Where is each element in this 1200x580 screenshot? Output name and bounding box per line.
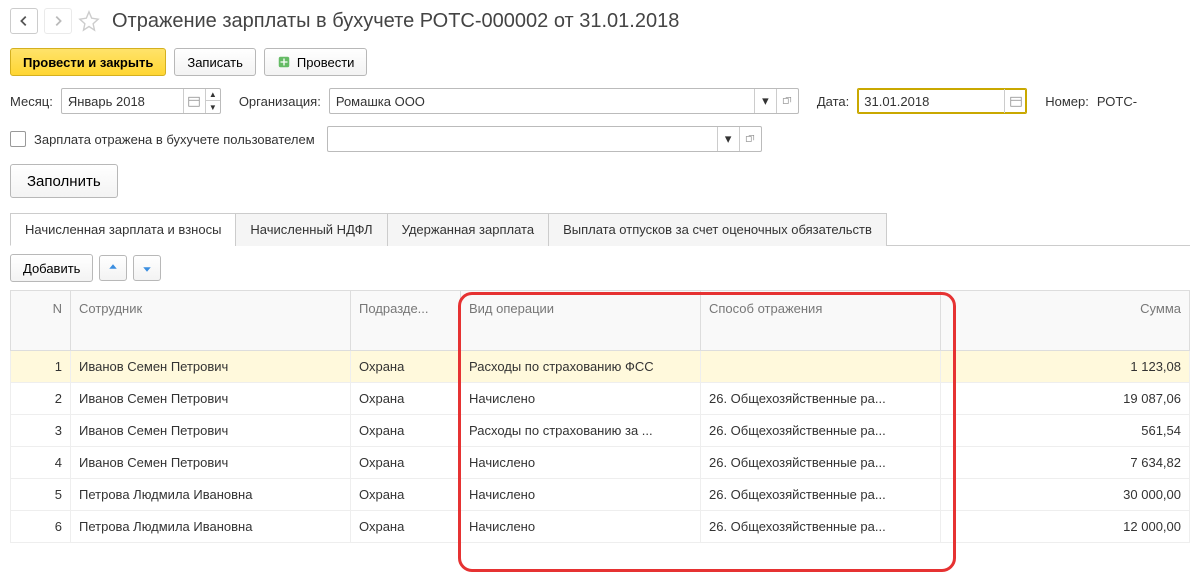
write-button[interactable]: Записать — [174, 48, 256, 76]
date-calendar-icon[interactable] — [1004, 89, 1026, 113]
cell-employee: Петрова Людмила Ивановна — [71, 511, 351, 543]
number-value: РОТС- — [1097, 94, 1137, 109]
cell-method — [701, 351, 941, 383]
table-row[interactable]: 4Иванов Семен ПетровичОхранаНачислено26.… — [11, 447, 1190, 479]
post-button[interactable]: Провести — [264, 48, 368, 76]
table-row[interactable]: 6Петрова Людмила ИвановнаОхранаНачислено… — [11, 511, 1190, 543]
cell-sum: 561,54 — [941, 415, 1190, 447]
cell-op-type: Начислено — [461, 447, 701, 479]
month-input[interactable]: Январь 2018 ▲▼ — [61, 88, 221, 114]
table-row[interactable]: 2Иванов Семен ПетровичОхранаНачислено26.… — [11, 383, 1190, 415]
reflected-checkbox[interactable] — [10, 131, 26, 147]
number-label: Номер: — [1045, 94, 1089, 109]
col-dept[interactable]: Подразде... — [351, 291, 461, 351]
table-row[interactable]: 5Петрова Людмила ИвановнаОхранаНачислено… — [11, 479, 1190, 511]
reflected-label: Зарплата отражена в бухучете пользовател… — [34, 132, 315, 147]
nav-forward-button[interactable] — [44, 8, 72, 34]
data-table: N Сотрудник Подразде... Вид операции Спо… — [10, 290, 1190, 543]
post-button-label: Провести — [297, 55, 355, 70]
cell-n: 1 — [11, 351, 71, 383]
nav-back-button[interactable] — [10, 8, 38, 34]
cell-method: 26. Общехозяйственные ра... — [701, 479, 941, 511]
cell-dept: Охрана — [351, 511, 461, 543]
org-value: Ромашка ООО — [336, 94, 754, 109]
cell-method: 26. Общехозяйственные ра... — [701, 383, 941, 415]
cell-method: 26. Общехозяйственные ра... — [701, 447, 941, 479]
cell-employee: Иванов Семен Петрович — [71, 415, 351, 447]
move-down-button[interactable] — [133, 255, 161, 281]
cell-sum: 19 087,06 — [941, 383, 1190, 415]
cell-n: 6 — [11, 511, 71, 543]
post-and-close-button[interactable]: Провести и закрыть — [10, 48, 166, 76]
cell-dept: Охрана — [351, 415, 461, 447]
month-spinner[interactable]: ▲▼ — [205, 89, 220, 113]
col-op-type[interactable]: Вид операции — [461, 291, 701, 351]
move-up-button[interactable] — [99, 255, 127, 281]
cell-n: 2 — [11, 383, 71, 415]
cell-dept: Охрана — [351, 447, 461, 479]
date-input[interactable]: 31.01.2018 — [857, 88, 1027, 114]
cell-sum: 1 123,08 — [941, 351, 1190, 383]
cell-sum: 7 634,82 — [941, 447, 1190, 479]
reflected-dropdown-icon[interactable]: ▾ — [717, 127, 739, 151]
col-method[interactable]: Способ отражения — [701, 291, 941, 351]
cell-sum: 12 000,00 — [941, 511, 1190, 543]
cell-dept: Охрана — [351, 383, 461, 415]
table-row[interactable]: 3Иванов Семен ПетровичОхранаРасходы по с… — [11, 415, 1190, 447]
cell-op-type: Начислено — [461, 383, 701, 415]
org-open-icon[interactable] — [776, 89, 798, 113]
cell-op-type: Начислено — [461, 511, 701, 543]
post-icon — [277, 55, 291, 69]
col-employee[interactable]: Сотрудник — [71, 291, 351, 351]
cell-n: 3 — [11, 415, 71, 447]
tab-ndfl[interactable]: Начисленный НДФЛ — [235, 213, 387, 246]
cell-method: 26. Общехозяйственные ра... — [701, 415, 941, 447]
month-calendar-icon[interactable] — [183, 89, 205, 113]
table-row[interactable]: 1Иванов Семен ПетровичОхранаРасходы по с… — [11, 351, 1190, 383]
org-label: Организация: — [239, 94, 321, 109]
date-value: 31.01.2018 — [864, 94, 1004, 109]
tab-accrued-salary[interactable]: Начисленная зарплата и взносы — [10, 213, 236, 246]
org-dropdown-icon[interactable]: ▾ — [754, 89, 776, 113]
tab-vacation[interactable]: Выплата отпусков за счет оценочных обяза… — [548, 213, 887, 246]
month-value: Январь 2018 — [68, 94, 183, 109]
tabs: Начисленная зарплата и взносы Начисленны… — [10, 212, 1190, 246]
reflected-user-input[interactable]: ▾ — [327, 126, 762, 152]
cell-op-type: Расходы по страхованию ФСС — [461, 351, 701, 383]
col-n[interactable]: N — [11, 291, 71, 351]
cell-n: 4 — [11, 447, 71, 479]
col-sum[interactable]: Сумма — [941, 291, 1190, 351]
org-input[interactable]: Ромашка ООО ▾ — [329, 88, 799, 114]
cell-employee: Петрова Людмила Ивановна — [71, 479, 351, 511]
favorite-star-icon[interactable] — [78, 10, 100, 32]
cell-n: 5 — [11, 479, 71, 511]
cell-method: 26. Общехозяйственные ра... — [701, 511, 941, 543]
cell-employee: Иванов Семен Петрович — [71, 447, 351, 479]
month-label: Месяц: — [10, 94, 53, 109]
add-button[interactable]: Добавить — [10, 254, 93, 282]
cell-dept: Охрана — [351, 479, 461, 511]
cell-op-type: Расходы по страхованию за ... — [461, 415, 701, 447]
cell-sum: 30 000,00 — [941, 479, 1190, 511]
cell-op-type: Начислено — [461, 479, 701, 511]
cell-dept: Охрана — [351, 351, 461, 383]
cell-employee: Иванов Семен Петрович — [71, 351, 351, 383]
fill-button[interactable]: Заполнить — [10, 164, 118, 198]
page-title: Отражение зарплаты в бухучете РОТС-00000… — [112, 10, 679, 33]
reflected-open-icon[interactable] — [739, 127, 761, 151]
cell-employee: Иванов Семен Петрович — [71, 383, 351, 415]
date-label: Дата: — [817, 94, 849, 109]
tab-withheld[interactable]: Удержанная зарплата — [387, 213, 549, 246]
